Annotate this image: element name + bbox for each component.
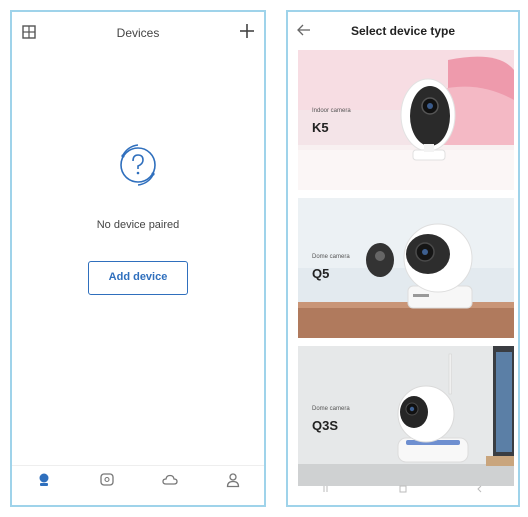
add-device-button[interactable]: Add device	[88, 261, 188, 295]
menu-lines-icon[interactable]	[321, 484, 331, 494]
nav-item-cloud[interactable]	[138, 466, 201, 505]
indoor-camera-photo	[298, 50, 514, 190]
user-icon	[226, 473, 239, 488]
add-icon[interactable]	[238, 22, 256, 40]
home-square-icon[interactable]	[398, 484, 408, 494]
device-card-q3s[interactable]: Dome camera Q3S	[298, 346, 514, 486]
device-category: Dome camera	[312, 254, 350, 260]
system-nav-bar	[288, 473, 518, 505]
dome-camera-photo	[298, 346, 514, 486]
cloud-icon	[161, 474, 178, 485]
device-category: Indoor camera	[312, 108, 351, 114]
empty-message: No device paired	[96, 219, 180, 231]
device-icon	[39, 473, 48, 486]
select-device-screen: Select device type Indoor camera K5 Dome…	[286, 10, 520, 507]
device-category: Dome camera	[312, 406, 350, 412]
page-title: Select device type	[350, 24, 456, 38]
select-header: Select device type	[288, 12, 518, 52]
nav-item-me[interactable]	[201, 466, 264, 505]
dome-camera-photo	[298, 198, 514, 338]
page-title: Devices	[116, 26, 160, 40]
device-card-q5[interactable]: Dome camera Q5	[298, 198, 514, 338]
device-model: Q3S	[312, 418, 339, 433]
devices-header: Devices	[12, 12, 264, 52]
message-icon	[99, 473, 114, 486]
empty-state: No device paired Add device	[12, 137, 264, 295]
back-chevron-icon[interactable]	[475, 484, 485, 494]
nav-item-devices[interactable]	[12, 466, 75, 505]
device-card-k5[interactable]: Indoor camera K5	[298, 50, 514, 190]
bottom-nav	[12, 465, 264, 505]
nav-item-messages[interactable]	[75, 466, 138, 505]
device-model: K5	[312, 120, 329, 135]
device-model: Q5	[312, 266, 330, 281]
devices-screen: Devices No device paired Add device	[10, 10, 266, 507]
question-circle-icon	[120, 144, 156, 186]
